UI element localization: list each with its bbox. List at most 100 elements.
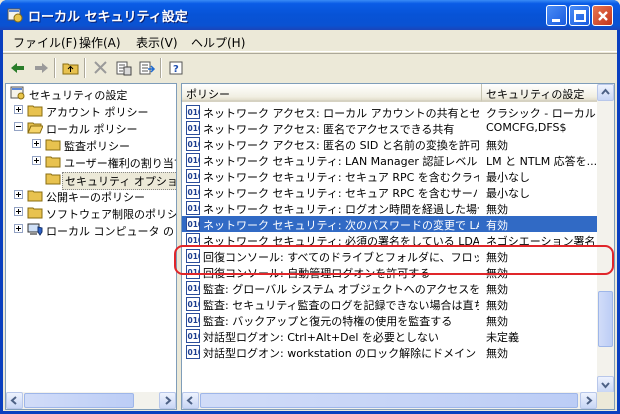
policy-row[interactable]: 010ネットワーク セキュリティ: 必須の署名をしている LDAP ク... ネゴ…	[182, 232, 600, 248]
scrollbar-corner	[597, 392, 614, 409]
tree-label: ローカル コンピュータ の IP	[46, 225, 177, 238]
policy-icon: 010	[186, 313, 200, 327]
tree-horizontal-scrollbar[interactable]	[6, 392, 176, 409]
client-area: ファイル(F) 操作(A) 表示(V) ヘルプ(H) ? セキュリティの設定 ア…	[3, 30, 617, 411]
list-pane[interactable]: ポリシー セキュリティの設定 010ネットワーク アクセス: ローカル アカウン…	[181, 83, 615, 410]
policy-row-selected[interactable]: 010ネットワーク セキュリティ: 次のパスワードの変更で LAN マ... 有効	[182, 216, 600, 232]
policy-row[interactable]: 010ネットワーク セキュリティ: セキュア RPC を含むサーバー ベ... 最…	[182, 184, 600, 200]
forward-button[interactable]	[30, 58, 52, 78]
menu-action[interactable]: 操作(A)	[79, 34, 121, 51]
svg-text:010: 010	[188, 316, 201, 325]
policy-name: ネットワーク セキュリティ: 必須の署名をしている LDAP ク...	[203, 235, 479, 248]
menu-bar: ファイル(F) 操作(A) 表示(V) ヘルプ(H)	[3, 30, 617, 52]
policy-setting: COMCFG,DFS$	[486, 121, 567, 134]
policy-row[interactable]: 010対話型ログオン: Ctrl+Alt+Del を必要としない 未定義	[182, 328, 600, 344]
svg-text:010: 010	[188, 348, 201, 357]
policy-row[interactable]: 010対話型ログオン: workstation のロック解除にドメイン コン..…	[182, 344, 600, 360]
policy-icon: 010	[186, 121, 200, 135]
export-list-button[interactable]	[136, 58, 158, 78]
policy-row[interactable]: 010回復コンソール: 自動管理ログオンを許可する 無効	[182, 264, 600, 280]
policy-name: ネットワーク セキュリティ: ログオン時間を経過した場合はユ...	[203, 203, 479, 216]
properties-button[interactable]	[113, 58, 135, 78]
svg-text:010: 010	[188, 188, 201, 197]
tree-item-local-policy[interactable]: ローカル ポリシー	[8, 119, 176, 136]
scroll-right-button[interactable]	[580, 392, 597, 409]
tree-item-software-restriction[interactable]: ソフトウェア制限のポリシー	[8, 204, 176, 221]
column-header-setting[interactable]: セキュリティの設定	[482, 84, 600, 102]
minimize-button[interactable]	[546, 5, 567, 26]
expand-icon[interactable]	[14, 190, 23, 199]
window: ローカル セキュリティ設定 ファイル(F) 操作(A) 表示(V) ヘルプ(H)	[0, 0, 620, 414]
policy-setting: 最小なし	[486, 171, 530, 184]
policy-row[interactable]: 010監査: セキュリティ監査のログを記録できない場合は直ちに... 無効	[182, 296, 600, 312]
menu-view[interactable]: 表示(V)	[136, 34, 178, 51]
policy-row[interactable]: 010ネットワーク アクセス: 匿名でアクセスできる共有 COMCFG,DFS$	[182, 120, 600, 136]
policy-row[interactable]: 010ネットワーク セキュリティ: LAN Manager 認証レベル LM と …	[182, 152, 600, 168]
scroll-left-button[interactable]	[6, 392, 23, 409]
delete-x-icon	[94, 61, 107, 74]
policy-row[interactable]: 010回復コンソール: すべてのドライブとフォルダに、フロッピーの... 無効	[182, 248, 600, 264]
column-header-policy[interactable]: ポリシー	[182, 84, 482, 102]
list-vertical-scrollbar[interactable]	[597, 84, 614, 393]
delete-button[interactable]	[90, 58, 112, 78]
svg-text:010: 010	[188, 220, 201, 229]
tree-item-public-key[interactable]: 公開キーのポリシー	[8, 187, 176, 204]
expand-icon[interactable]	[14, 207, 23, 216]
policy-row[interactable]: 010ネットワーク アクセス: 匿名の SID と名前の変換を許可す... 無効	[182, 136, 600, 152]
list-horizontal-scrollbar[interactable]	[182, 392, 597, 409]
folder-icon	[45, 173, 61, 185]
collapse-icon[interactable]	[14, 122, 23, 131]
svg-text:010: 010	[188, 236, 201, 245]
policy-name: 回復コンソール: 自動管理ログオンを許可する	[203, 267, 431, 280]
expand-icon[interactable]	[32, 139, 41, 148]
policy-name: 監査: グローバル システム オブジェクトへのアクセスを監査...	[203, 283, 479, 296]
policy-row[interactable]: 010ネットワーク セキュリティ: セキュア RPC を含むクライアント... 最…	[182, 168, 600, 184]
policy-icon: 010	[186, 265, 200, 279]
folder-icon	[27, 105, 43, 117]
policy-row[interactable]: 010ネットワーク アクセス: ローカル アカウントの共有とセキュリ... クラシ…	[182, 104, 600, 120]
tree-item-security-options[interactable]: セキュリティ オプション	[8, 170, 176, 190]
close-button[interactable]	[592, 5, 613, 26]
toolbar-separator	[160, 58, 162, 78]
tree-item-user-rights[interactable]: ユーザー権利の割り当て	[8, 153, 176, 170]
policy-name: 対話型ログオン: Ctrl+Alt+Del を必要としない	[203, 331, 439, 344]
folder-icon	[45, 156, 61, 168]
scroll-thumb[interactable]	[200, 393, 578, 408]
policy-setting: ネゴシエーション署名	[486, 235, 596, 248]
scroll-right-button[interactable]	[159, 392, 176, 409]
up-one-level-button[interactable]	[60, 58, 82, 78]
tree-item-security-settings[interactable]: セキュリティの設定	[8, 85, 176, 102]
tree-item-account-policy[interactable]: アカウント ポリシー	[8, 102, 176, 119]
policy-setting: 最小なし	[486, 187, 530, 200]
help-button[interactable]: ?	[166, 58, 188, 78]
policy-name: 対話型ログオン: workstation のロック解除にドメイン コン...	[203, 347, 479, 360]
tree-item-audit-policy[interactable]: 監査ポリシー	[8, 136, 176, 153]
expand-icon[interactable]	[14, 224, 23, 233]
menu-help[interactable]: ヘルプ(H)	[191, 34, 245, 51]
policy-icon: 010	[186, 217, 200, 231]
maximize-icon	[574, 10, 586, 22]
maximize-button[interactable]	[569, 5, 590, 26]
policy-row[interactable]: 010監査: バックアップと復元の特権の使用を監査する 無効	[182, 312, 600, 328]
scroll-thumb[interactable]	[598, 291, 613, 347]
policy-row[interactable]: 010ネットワーク セキュリティ: ログオン時間を経過した場合はユ... 無効	[182, 200, 600, 216]
policy-row[interactable]: 010監査: グローバル システム オブジェクトへのアクセスを監査... 無効	[182, 280, 600, 296]
title-bar[interactable]: ローカル セキュリティ設定	[0, 0, 620, 30]
scroll-down-button[interactable]	[597, 376, 614, 393]
folder-icon	[45, 139, 61, 151]
svg-text:010: 010	[188, 108, 201, 117]
policy-setting: 無効	[486, 299, 508, 312]
scroll-up-button[interactable]	[597, 84, 614, 101]
tree-pane[interactable]: セキュリティの設定 アカウント ポリシー ローカル ポリシー 監査ポリシー ユー	[5, 83, 177, 410]
policy-icon: 010	[186, 281, 200, 295]
back-button[interactable]	[7, 58, 29, 78]
menu-file[interactable]: ファイル(F)	[13, 34, 77, 51]
tree-item-ip-security[interactable]: ローカル コンピュータ の IP	[8, 221, 177, 238]
policy-name: 監査: バックアップと復元の特権の使用を監査する	[203, 315, 453, 328]
folder-icon	[27, 207, 43, 219]
scroll-left-button[interactable]	[182, 392, 199, 409]
policy-setting: 無効	[486, 347, 508, 360]
expand-icon[interactable]	[32, 156, 41, 165]
expand-icon[interactable]	[14, 105, 23, 114]
scroll-thumb[interactable]	[24, 393, 134, 408]
